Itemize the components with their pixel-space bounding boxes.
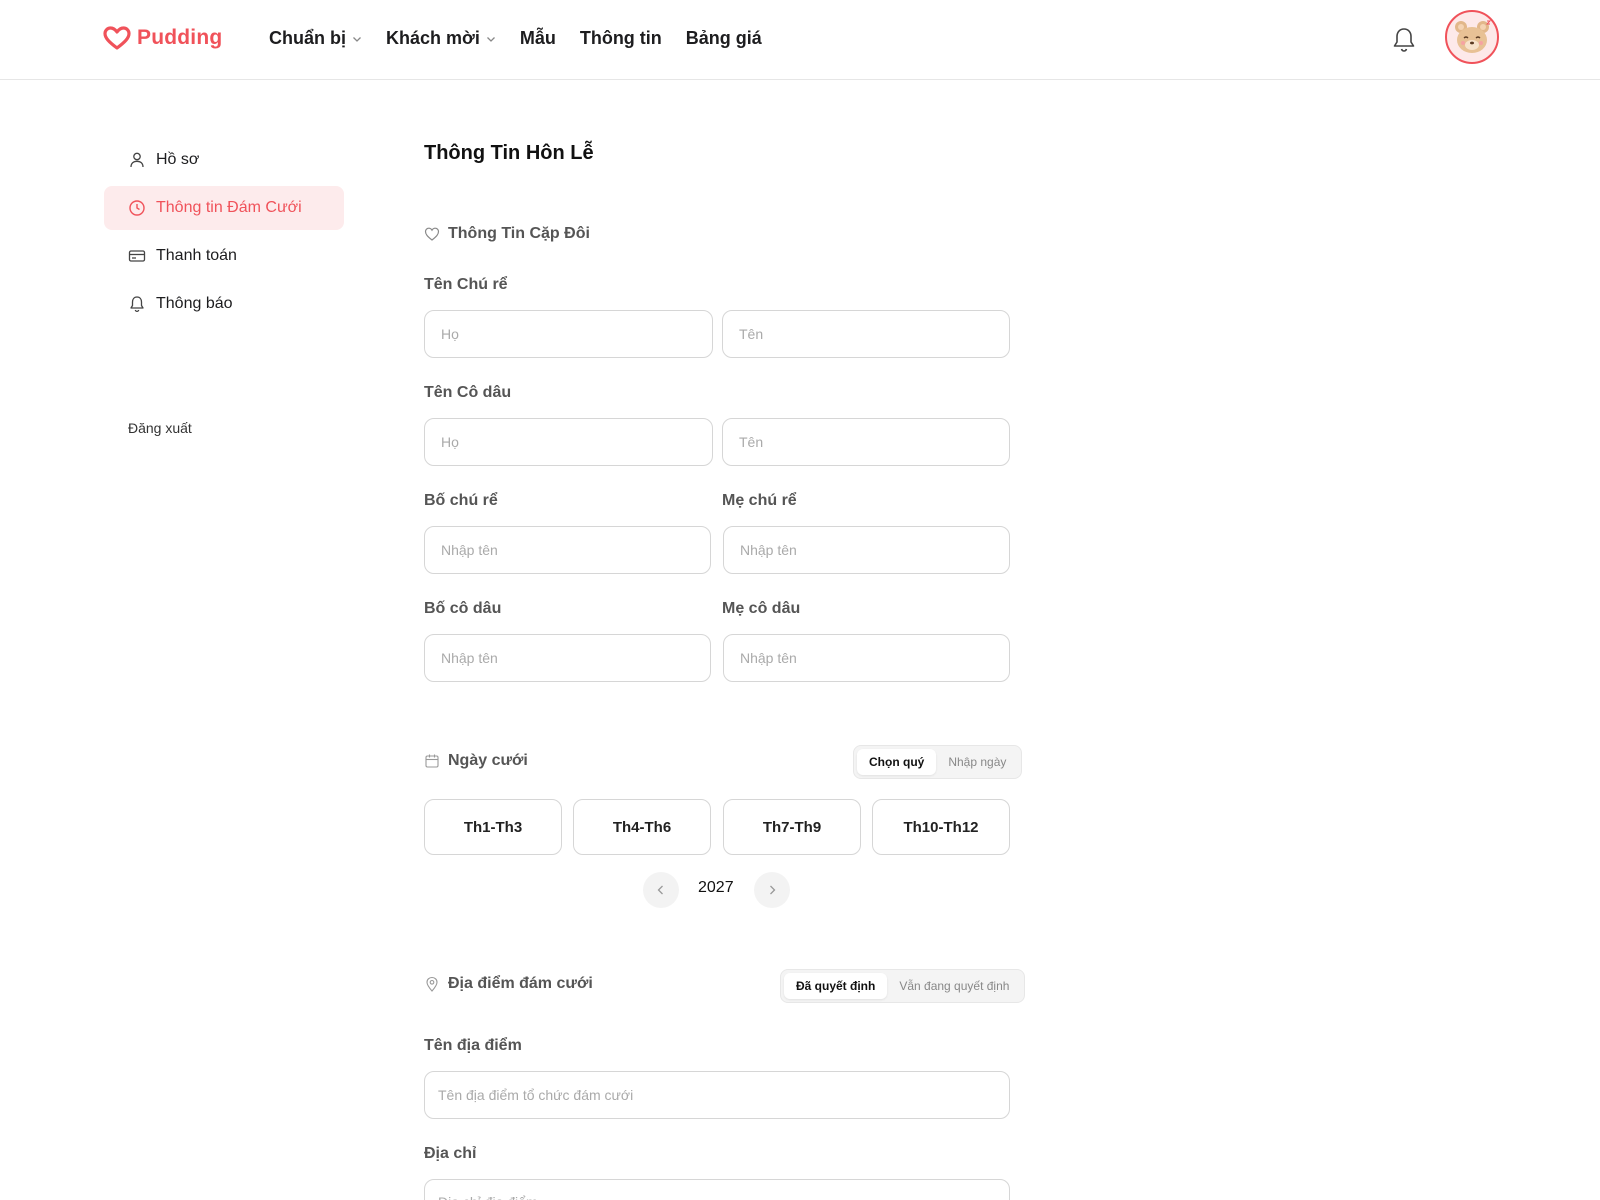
nav-label: Bảng giá [685, 28, 762, 48]
settings-sidebar: Hồ sơ Thông tin Đám Cưới Thanh toán Thôn… [104, 138, 344, 330]
groom-father-label: Bố chú rể [424, 492, 498, 509]
brand-logo[interactable]: Pudding [103, 26, 222, 50]
selected-year: 2027 [698, 879, 734, 896]
bride-first-name-input[interactable]: Tên [722, 418, 1010, 466]
user-avatar[interactable] [1445, 10, 1499, 64]
bell-icon [130, 296, 144, 313]
user-icon [130, 152, 144, 168]
bride-mother-label: Mẹ cô dâu [722, 600, 801, 617]
venue-section-title: Địa điểm đám cưới [424, 975, 593, 993]
bride-father-input[interactable]: Nhập tên [424, 634, 711, 682]
nav-label: Mẫu [519, 28, 556, 48]
logout-link[interactable]: Đăng xuất [128, 420, 192, 436]
date-mode-choose-quarter[interactable]: Chọn quý [857, 749, 937, 775]
bride-father-label: Bố cô dâu [424, 600, 502, 617]
nav-thong-tin[interactable]: Thông tin [580, 28, 662, 49]
card-icon [128, 250, 146, 262]
bride-name-label: Tên Cô dâu [424, 384, 512, 401]
quarter-option-q2[interactable]: Th4-Th6 [573, 799, 711, 855]
chevron-down-icon [486, 36, 495, 42]
chevron-right-icon [770, 885, 776, 895]
venue-mode-decided[interactable]: Đã quyết định [784, 973, 888, 999]
notification-bell-icon[interactable] [1391, 26, 1417, 54]
sidebar-item-label: Thanh toán [156, 247, 237, 264]
quarter-option-q1[interactable]: Th1-Th3 [424, 799, 562, 855]
section-title-text: Thông Tin Cặp Đôi [448, 225, 590, 242]
main-nav: Chuẩn bị Khách mời Mẫu Thông tin Bảng gi… [269, 28, 762, 49]
bear-avatar-icon [1455, 20, 1492, 53]
quarter-option-q3[interactable]: Th7-Th9 [723, 799, 861, 855]
heart-logo-icon [103, 26, 131, 50]
venue-name-input[interactable]: Tên địa điểm tổ chức đám cưới [424, 1071, 1010, 1119]
venue-mode-toggle: Đã quyết định Vẫn đang quyết định [780, 969, 1026, 1003]
brand-name: Pudding [137, 26, 223, 49]
couple-section-title: Thông Tin Cặp Đôi [424, 225, 590, 243]
groom-mother-input[interactable]: Nhập tên [723, 526, 1010, 574]
nav-mau[interactable]: Mẫu [520, 28, 556, 49]
groom-last-name-input[interactable]: Họ [424, 310, 713, 358]
groom-first-name-input[interactable]: Tên [722, 310, 1010, 358]
nav-label: Thông tin [579, 28, 662, 48]
bride-last-name-input[interactable]: Họ [424, 418, 713, 466]
groom-name-label: Tên Chú rể [424, 276, 508, 293]
sidebar-item-wedding-info[interactable]: Thông tin Đám Cưới [104, 186, 344, 230]
chevron-left-icon [657, 885, 663, 895]
clock-icon [129, 200, 145, 216]
page-title: Thông Tin Hôn Lễ [424, 142, 594, 164]
date-mode-enter-date[interactable]: Nhập ngày [936, 749, 1018, 775]
section-title-text: Địa điểm đám cưới [448, 975, 593, 992]
sidebar-item-label: Thông báo [156, 295, 233, 312]
section-title-text: Ngày cưới [448, 752, 528, 769]
nav-bang-gia[interactable]: Bảng giá [686, 28, 762, 49]
address-label: Địa chỉ [424, 1145, 477, 1162]
wedding-date-section-title: Ngày cưới [424, 752, 528, 770]
nav-khach-moi[interactable]: Khách mời [386, 28, 496, 49]
calendar-icon [425, 754, 439, 768]
bride-mother-input[interactable]: Nhập tên [723, 634, 1010, 682]
venue-name-label: Tên địa điểm [424, 1037, 522, 1054]
sidebar-item-label: Thông tin Đám Cưới [156, 199, 302, 216]
prev-year-button[interactable] [643, 872, 679, 908]
address-input[interactable]: Địa chỉ địa điểm [424, 1179, 1010, 1200]
chevron-down-icon [353, 36, 361, 42]
heart-icon [424, 227, 440, 241]
nav-chuan-bi[interactable]: Chuẩn bị [269, 28, 362, 49]
venue-mode-deciding[interactable]: Vẫn đang quyết định [887, 973, 1021, 999]
quarter-option-q4[interactable]: Th10-Th12 [872, 799, 1010, 855]
sidebar-item-payment[interactable]: Thanh toán [104, 234, 344, 278]
groom-mother-label: Mẹ chú rể [722, 492, 797, 509]
date-mode-toggle: Chọn quý Nhập ngày [853, 745, 1023, 779]
nav-label: Khách mời [386, 28, 480, 48]
groom-father-input[interactable]: Nhập tên [424, 526, 711, 574]
top-header: Pudding Chuẩn bị Khách mời Mẫu Thông tin… [0, 0, 1600, 80]
sidebar-item-label: Hồ sơ [156, 151, 200, 168]
sidebar-item-notifications[interactable]: Thông báo [104, 282, 344, 326]
sidebar-item-profile[interactable]: Hồ sơ [104, 138, 344, 182]
nav-label: Chuẩn bị [269, 28, 346, 48]
next-year-button[interactable] [754, 872, 790, 908]
location-pin-icon [426, 976, 438, 992]
